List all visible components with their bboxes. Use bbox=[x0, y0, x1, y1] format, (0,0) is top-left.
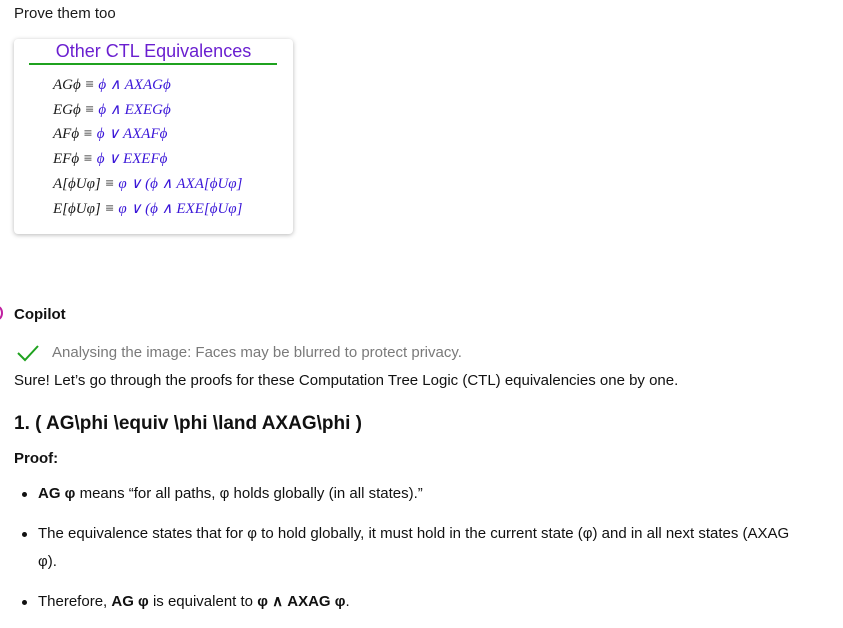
assistant-name: Copilot bbox=[14, 306, 66, 323]
title-underline bbox=[29, 63, 277, 65]
user-message: Prove them too bbox=[14, 5, 116, 22]
equation-6: E[ϕUφ] ≡ φ ∨ (ϕ ∧ EXE[ϕUφ] bbox=[53, 201, 243, 217]
equation-3: AFϕ ≡ ϕ ∨ AXAFϕ bbox=[53, 126, 168, 142]
section-heading: 1. ( AG\phi \equiv \phi \land AXAG\phi ) bbox=[14, 413, 362, 434]
response-intro: Sure! Let’s go through the proofs for th… bbox=[14, 372, 679, 389]
attached-image[interactable]: Other CTL Equivalences AGϕ ≡ ϕ ∧ AXAGϕ E… bbox=[14, 39, 293, 234]
equation-1: AGϕ ≡ ϕ ∧ AXAGϕ bbox=[53, 77, 171, 93]
list-item: Therefore, AG φ is equivalent to φ ∧ AXA… bbox=[14, 588, 804, 616]
copilot-avatar-icon bbox=[0, 306, 3, 320]
proof-list: AG φ means “for all paths, φ holds globa… bbox=[14, 480, 804, 628]
image-title: Other CTL Equivalences bbox=[55, 41, 252, 61]
proof-label: Proof: bbox=[14, 450, 59, 467]
equation-5: A[ϕUφ] ≡ φ ∨ (ϕ ∧ AXA[ϕUφ] bbox=[53, 176, 243, 192]
equation-4: EFϕ ≡ ϕ ∨ EXEFϕ bbox=[53, 151, 168, 167]
equation-2: EGϕ ≡ ϕ ∧ EXEGϕ bbox=[53, 102, 171, 118]
list-item: The equivalence states that for φ to hol… bbox=[14, 520, 804, 576]
image-analysis-status: Analysing the image: Faces may be blurre… bbox=[52, 344, 462, 361]
list-item: AG φ means “for all paths, φ holds globa… bbox=[14, 480, 804, 508]
check-icon bbox=[17, 345, 39, 362]
